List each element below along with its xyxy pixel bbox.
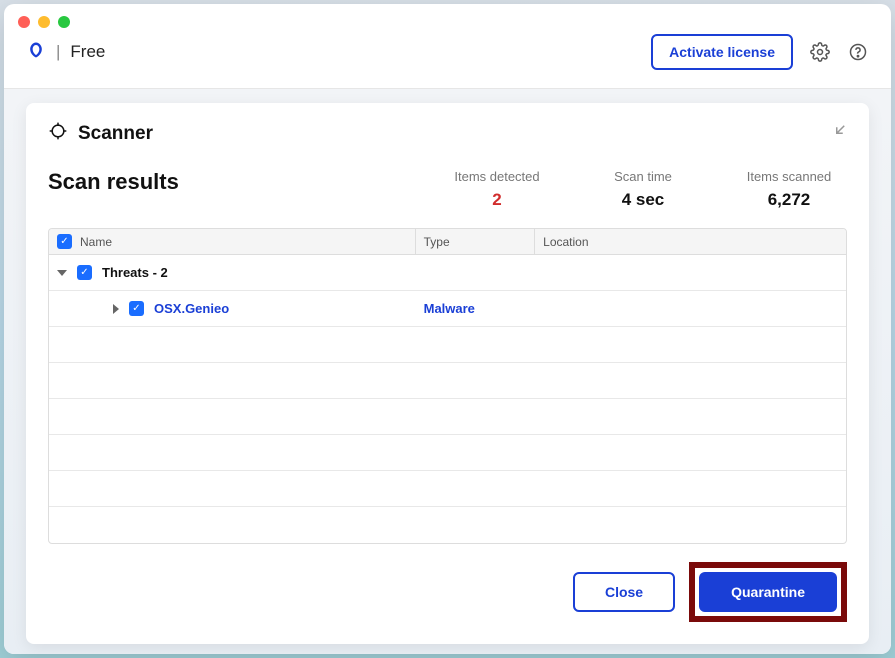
top-bar: | Free Activate license: [4, 28, 891, 89]
stat-value: 4 sec: [593, 190, 693, 210]
window-zoom-button[interactable]: [58, 16, 70, 28]
close-button[interactable]: Close: [573, 572, 675, 612]
panel-header: Scanner: [48, 121, 847, 147]
empty-row: [49, 363, 846, 399]
stat-items-scanned: Items scanned 6,272: [739, 169, 839, 210]
stats: Items detected 2 Scan time 4 sec Items s…: [447, 169, 839, 210]
empty-row: [49, 435, 846, 471]
column-location-label: Location: [543, 235, 588, 249]
column-location[interactable]: Location: [535, 229, 846, 254]
top-right-controls: Activate license: [651, 34, 869, 70]
panel-footer: Close Quarantine: [48, 562, 847, 622]
crosshair-icon: [48, 121, 68, 147]
stat-label: Items scanned: [739, 169, 839, 184]
threat-type: Malware: [416, 301, 536, 316]
brand-separator: |: [56, 42, 60, 62]
stat-label: Scan time: [593, 169, 693, 184]
window-close-button[interactable]: [18, 16, 30, 28]
column-name-label: Name: [80, 235, 112, 249]
brand: | Free: [26, 40, 105, 65]
column-type-label: Type: [424, 235, 450, 249]
stat-label: Items detected: [447, 169, 547, 184]
empty-row: [49, 399, 846, 435]
app-window: | Free Activate license Scanner: [4, 4, 891, 654]
stat-value: 6,272: [739, 190, 839, 210]
collapse-icon[interactable]: [833, 119, 851, 142]
chevron-right-icon[interactable]: [113, 304, 119, 314]
settings-icon[interactable]: [809, 41, 831, 63]
group-checkbox[interactable]: ✓: [77, 265, 92, 280]
panel-title: Scanner: [78, 123, 153, 145]
quarantine-highlight: Quarantine: [689, 562, 847, 622]
brand-tier: Free: [70, 42, 105, 62]
empty-row: [49, 507, 846, 543]
quarantine-button[interactable]: Quarantine: [699, 572, 837, 612]
activate-license-button[interactable]: Activate license: [651, 34, 793, 70]
stat-scan-time: Scan time 4 sec: [593, 169, 693, 210]
table-body: ✓ Threats - 2 ✓ OSX.Genieo M: [49, 255, 846, 543]
group-row[interactable]: ✓ Threats - 2: [49, 255, 846, 291]
results-title: Scan results: [48, 169, 447, 195]
threat-checkbox[interactable]: ✓: [129, 301, 144, 316]
table-header: ✓ Name Type Location: [49, 229, 846, 255]
group-label: Threats - 2: [102, 265, 168, 280]
empty-row: [49, 327, 846, 363]
empty-row: [49, 471, 846, 507]
stat-items-detected: Items detected 2: [447, 169, 547, 210]
column-type[interactable]: Type: [416, 229, 536, 254]
threat-row[interactable]: ✓ OSX.Genieo Malware: [49, 291, 846, 327]
brand-logo-icon: [26, 40, 46, 65]
help-icon[interactable]: [847, 41, 869, 63]
content-area: Scanner Scan results Items detected 2 Sc…: [4, 89, 891, 654]
column-name[interactable]: ✓ Name: [49, 229, 416, 254]
window-minimize-button[interactable]: [38, 16, 50, 28]
select-all-checkbox[interactable]: ✓: [57, 234, 72, 249]
scanner-panel: Scanner Scan results Items detected 2 Sc…: [26, 103, 869, 644]
window-traffic-lights: [4, 4, 891, 28]
chevron-down-icon[interactable]: [57, 270, 67, 276]
threat-name: OSX.Genieo: [154, 301, 229, 316]
stat-value: 2: [447, 190, 547, 210]
summary-row: Scan results Items detected 2 Scan time …: [48, 169, 847, 210]
results-table: ✓ Name Type Location ✓: [48, 228, 847, 544]
